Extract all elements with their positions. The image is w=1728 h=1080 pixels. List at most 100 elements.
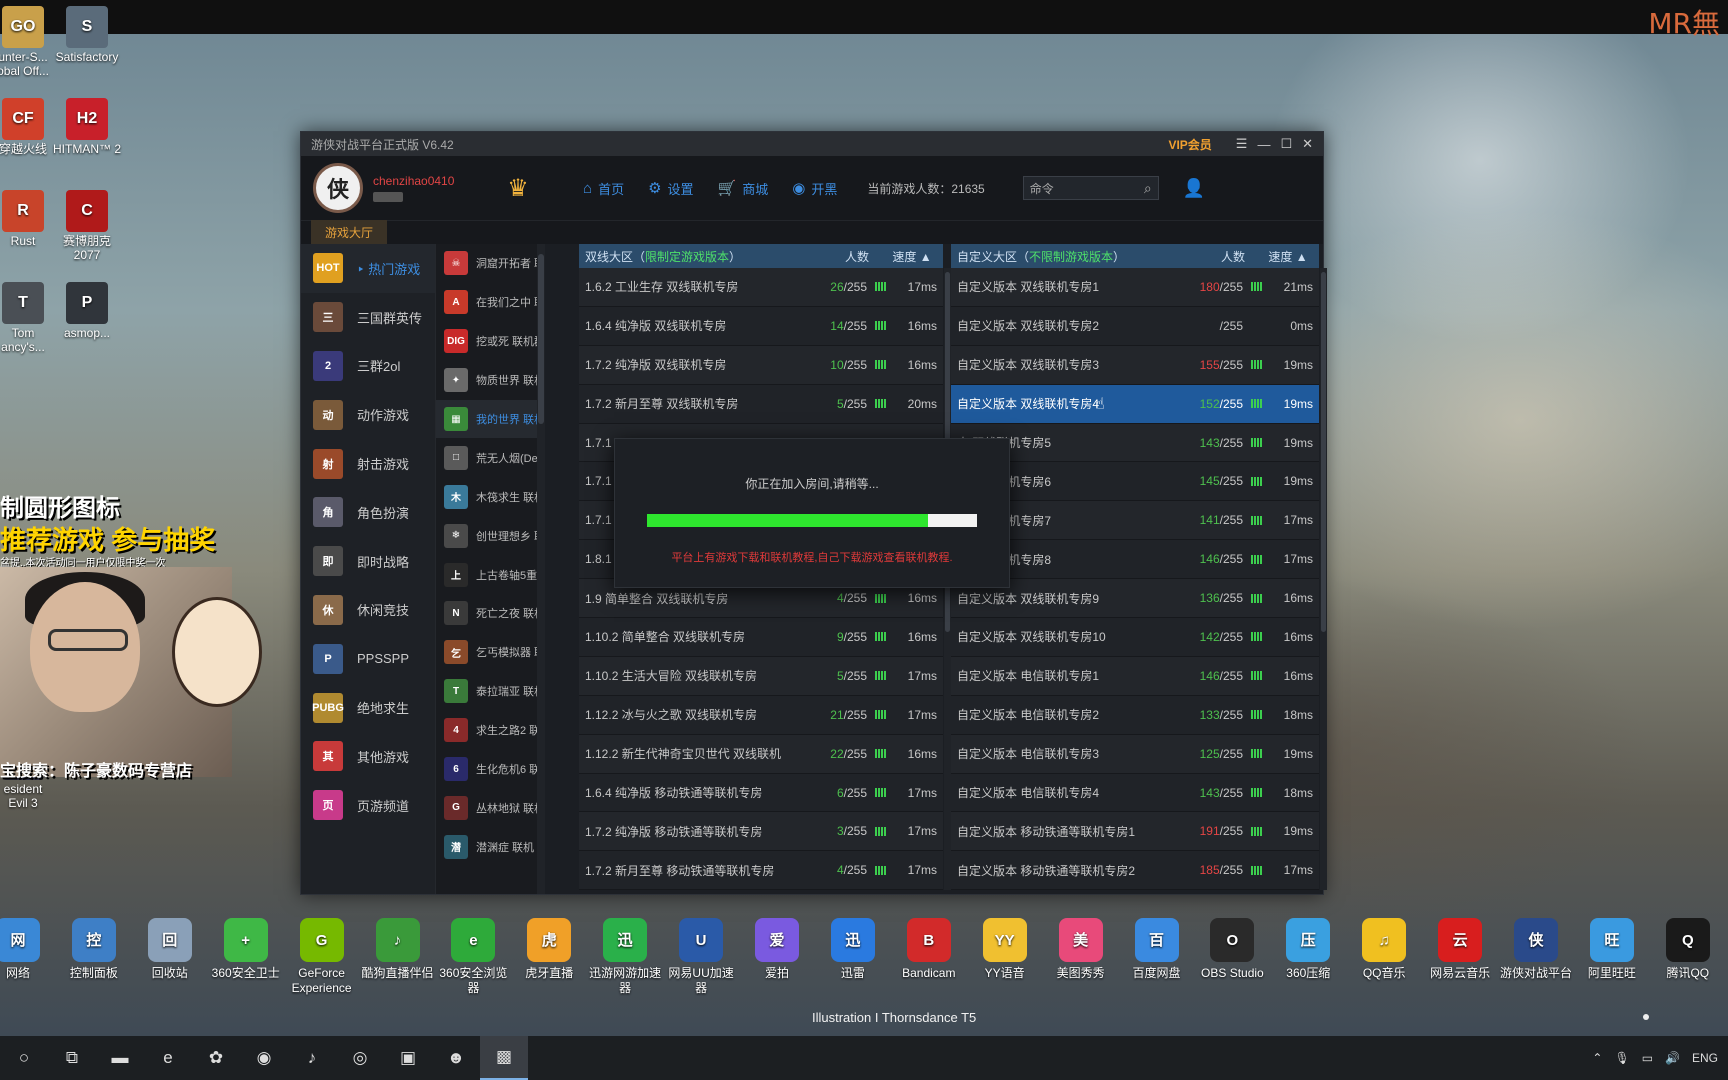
vip-badge[interactable]: VIP会员 [1168, 136, 1211, 153]
game-list-item[interactable]: ✦ 物质世界 联机 [436, 361, 545, 400]
network-tray-icon[interactable]: ▭ [1642, 1051, 1653, 1065]
close-icon[interactable]: ✕ [1302, 136, 1313, 152]
game-list-item[interactable]: 乞乞丐模拟器 联机 [436, 633, 545, 672]
desktop-icon[interactable]: Pasmop... [42, 282, 132, 340]
right-panel-scroll-thumb[interactable] [1321, 272, 1326, 632]
game-list-item[interactable]: 潜潜渊症 联机 [436, 827, 545, 866]
desktop-icon[interactable]: +360安全卫士 [208, 918, 284, 981]
sidebar-item[interactable]: 三三国群英传 [301, 293, 435, 342]
game-list-item[interactable]: 4 求生之路2 联机 [436, 711, 545, 750]
huya-icon[interactable]: ◉ [240, 1036, 288, 1080]
room-row[interactable]: 自定义版本 移动铁通等联机专房2 185/255 17ms [951, 851, 1319, 891]
right-col-speed[interactable]: 速度 ▲ [1263, 248, 1313, 265]
game-list-item[interactable]: N 死亡之夜 联机 [436, 594, 545, 633]
desktop-icon[interactable]: YY YY语音 [967, 918, 1043, 981]
input-language[interactable]: ENG [1692, 1051, 1718, 1065]
search-icon[interactable]: ⌕ [1144, 180, 1152, 197]
tab-game-hall[interactable]: 游戏大厅 [311, 220, 388, 244]
game-list-scroll-thumb[interactable] [538, 254, 544, 424]
microphone-icon[interactable]: 🎙 [1614, 1051, 1629, 1065]
game-list-scrollbar[interactable] [537, 244, 545, 894]
task-view-icon[interactable]: ⧉ [48, 1036, 96, 1080]
desktop-icon[interactable]: O OBS Studio [1194, 918, 1270, 981]
game-list-item[interactable]: DIG 挖或死 联机群 [436, 322, 545, 361]
room-row[interactable]: 1.12.2 冰与火之歌 双线联机专房 21/255 17ms [579, 695, 943, 735]
sidebar-item[interactable]: 2 三群2ol [301, 342, 435, 391]
sidebar-item[interactable]: 页页游频道 [301, 781, 435, 830]
room-row[interactable]: 自定义版本 电信联机专房4 143/255 18ms [951, 773, 1319, 813]
search-input[interactable] [1029, 181, 1144, 195]
sidebar-item[interactable]: 动动作游戏 [301, 390, 435, 439]
desktop-icon[interactable]: 美美图秀秀 [1043, 918, 1119, 981]
username[interactable]: chenzihao0410 [373, 174, 493, 188]
sidebar-item[interactable]: 即即时战略 [301, 537, 435, 586]
desktop-icon[interactable]: 控控制面板 [56, 918, 132, 981]
game-list-item[interactable]: 6 生化危机6 联机 [436, 750, 545, 789]
desktop-icon[interactable]: B Bandicam [891, 918, 967, 981]
volume-icon[interactable]: 🔊 [1665, 1051, 1680, 1065]
desktop-icon[interactable]: H2 HITMAN™ 2 [42, 98, 132, 156]
360-browser-icon[interactable]: e [144, 1036, 192, 1080]
tray-chevron-icon[interactable]: ⌃ [1592, 1051, 1602, 1065]
brain-app-icon[interactable]: ✿ [192, 1036, 240, 1080]
room-row[interactable]: 自定义版本 双线联机专房1 180/255 21ms [951, 268, 1319, 307]
desktop-icon[interactable]: 旺阿里旺旺 [1574, 918, 1650, 981]
room-row[interactable]: 自定义版本 电信联机专房1 146/255 16ms [951, 656, 1319, 696]
sidebar-item[interactable]: 休休闲竞技 [301, 586, 435, 635]
right-panel-scrollbar[interactable] [1320, 268, 1327, 891]
room-row[interactable]: 1.10.2 生活大冒险 双线联机专房 5/255 17ms [579, 656, 943, 696]
desktop-icon[interactable]: C 赛博朋克 2077 [42, 190, 132, 262]
game-list-item[interactable]: 上上古卷轴5重置 [436, 555, 545, 594]
user-profile-icon[interactable]: 👤 [1183, 178, 1205, 199]
obs-icon[interactable]: ◎ [336, 1036, 384, 1080]
youxia-platform-icon[interactable]: ▩ [480, 1036, 528, 1080]
room-row[interactable]: 1.6.4 纯净版 双线联机专房 14/255 16ms [579, 306, 943, 346]
file-explorer-icon[interactable]: ▬ [96, 1036, 144, 1080]
desktop-icon[interactable]: ♫ QQ音乐 [1346, 918, 1422, 981]
room-row[interactable]: 自定义版本 双线联机专房3 155/255 19ms [951, 345, 1319, 385]
room-row[interactable]: 自定义版本 电信联机专房2 133/255 18ms [951, 695, 1319, 735]
right-col-count[interactable]: 人数 [1203, 248, 1263, 265]
window-titlebar[interactable]: 游侠对战平台正式版 V6.42 VIP会员 ☰ — ☐ ✕ [301, 132, 1323, 156]
sidebar-item[interactable]: HOT ‣ 热门游戏 [301, 244, 435, 293]
user-avatar[interactable]: 侠 [313, 163, 363, 213]
game-list-item[interactable]: ▦ 我的世界 联机 [436, 399, 545, 439]
desktop-icon[interactable]: 云网易云音乐 [1422, 918, 1498, 981]
game-list-item[interactable]: G 丛林地狱 联机 [436, 788, 545, 827]
desktop-icon[interactable]: S Satisfactory [42, 6, 132, 64]
room-row[interactable]: 1.6.4 纯净版 移动铁通等联机专房 6/255 17ms [579, 773, 943, 813]
search-circle-icon[interactable]: ○ [0, 1036, 48, 1080]
room-row[interactable]: 1.10.2 简单整合 双线联机专房 9/255 16ms [579, 618, 943, 657]
monitor-app-icon[interactable]: ▣ [384, 1036, 432, 1080]
room-row[interactable]: 1.7.2 纯净版 移动铁通等联机专房 3/255 17ms [579, 812, 943, 852]
desktop-icon[interactable]: 百百度网盘 [1119, 918, 1195, 981]
desktop-icon[interactable]: 迅迅雷 [815, 918, 891, 981]
nav-item[interactable]: 🛒 商城 [718, 179, 769, 198]
room-row[interactable]: 1.7.2 新月至尊 双线联机专房 5/255 20ms [579, 384, 943, 424]
sidebar-item[interactable]: 射射击游戏 [301, 439, 435, 488]
desktop-icon[interactable]: 迅迅游网游加速 器 [587, 918, 663, 996]
nav-item[interactable]: ◉ 开黑 [792, 179, 837, 198]
desktop-icon[interactable]: U 网易UU加速 器 [663, 918, 739, 996]
maximize-icon[interactable]: ☐ [1280, 136, 1292, 152]
room-row[interactable]: 1.7.2 纯净版 双线联机专房 10/255 16ms [579, 345, 943, 385]
game-list-item[interactable]: T 泰拉瑞亚 联机 [436, 672, 545, 711]
desktop-icon[interactable]: 网网络 [0, 918, 56, 981]
left-col-speed[interactable]: 速度 ▲ [887, 248, 937, 265]
desktop-icon[interactable]: 压 360压缩 [1270, 918, 1346, 981]
sidebar-item[interactable]: P PPSSPP [301, 634, 435, 683]
menu-icon[interactable]: ☰ [1236, 136, 1248, 152]
nav-item[interactable]: ⚙ 设置 [648, 179, 693, 198]
minimize-icon[interactable]: — [1257, 137, 1270, 152]
left-col-count[interactable]: 人数 [827, 248, 887, 265]
desktop-icon[interactable]: 侠游侠对战平台 [1498, 918, 1574, 981]
room-row[interactable]: 1.6.2 工业生存 双线联机专房 26/255 17ms [579, 268, 943, 307]
room-row[interactable]: 1.12.2 新生代神奇宝贝世代 双线联机 22/255 16ms [579, 734, 943, 774]
desktop-icon[interactable]: 回回收站 [132, 918, 208, 981]
desktop-icon[interactable]: 爱爱拍 [739, 918, 815, 981]
sidebar-item[interactable]: 其其他游戏 [301, 732, 435, 781]
room-row[interactable]: 自定义版本 电信联机专房3 125/255 19ms [951, 734, 1319, 774]
sidebar-item[interactable]: PUBG 绝地求生 [301, 683, 435, 732]
desktop-icon[interactable]: e 360安全浏览 器 [435, 918, 511, 996]
desktop-icon[interactable]: Q 腾讯QQ [1650, 918, 1726, 981]
